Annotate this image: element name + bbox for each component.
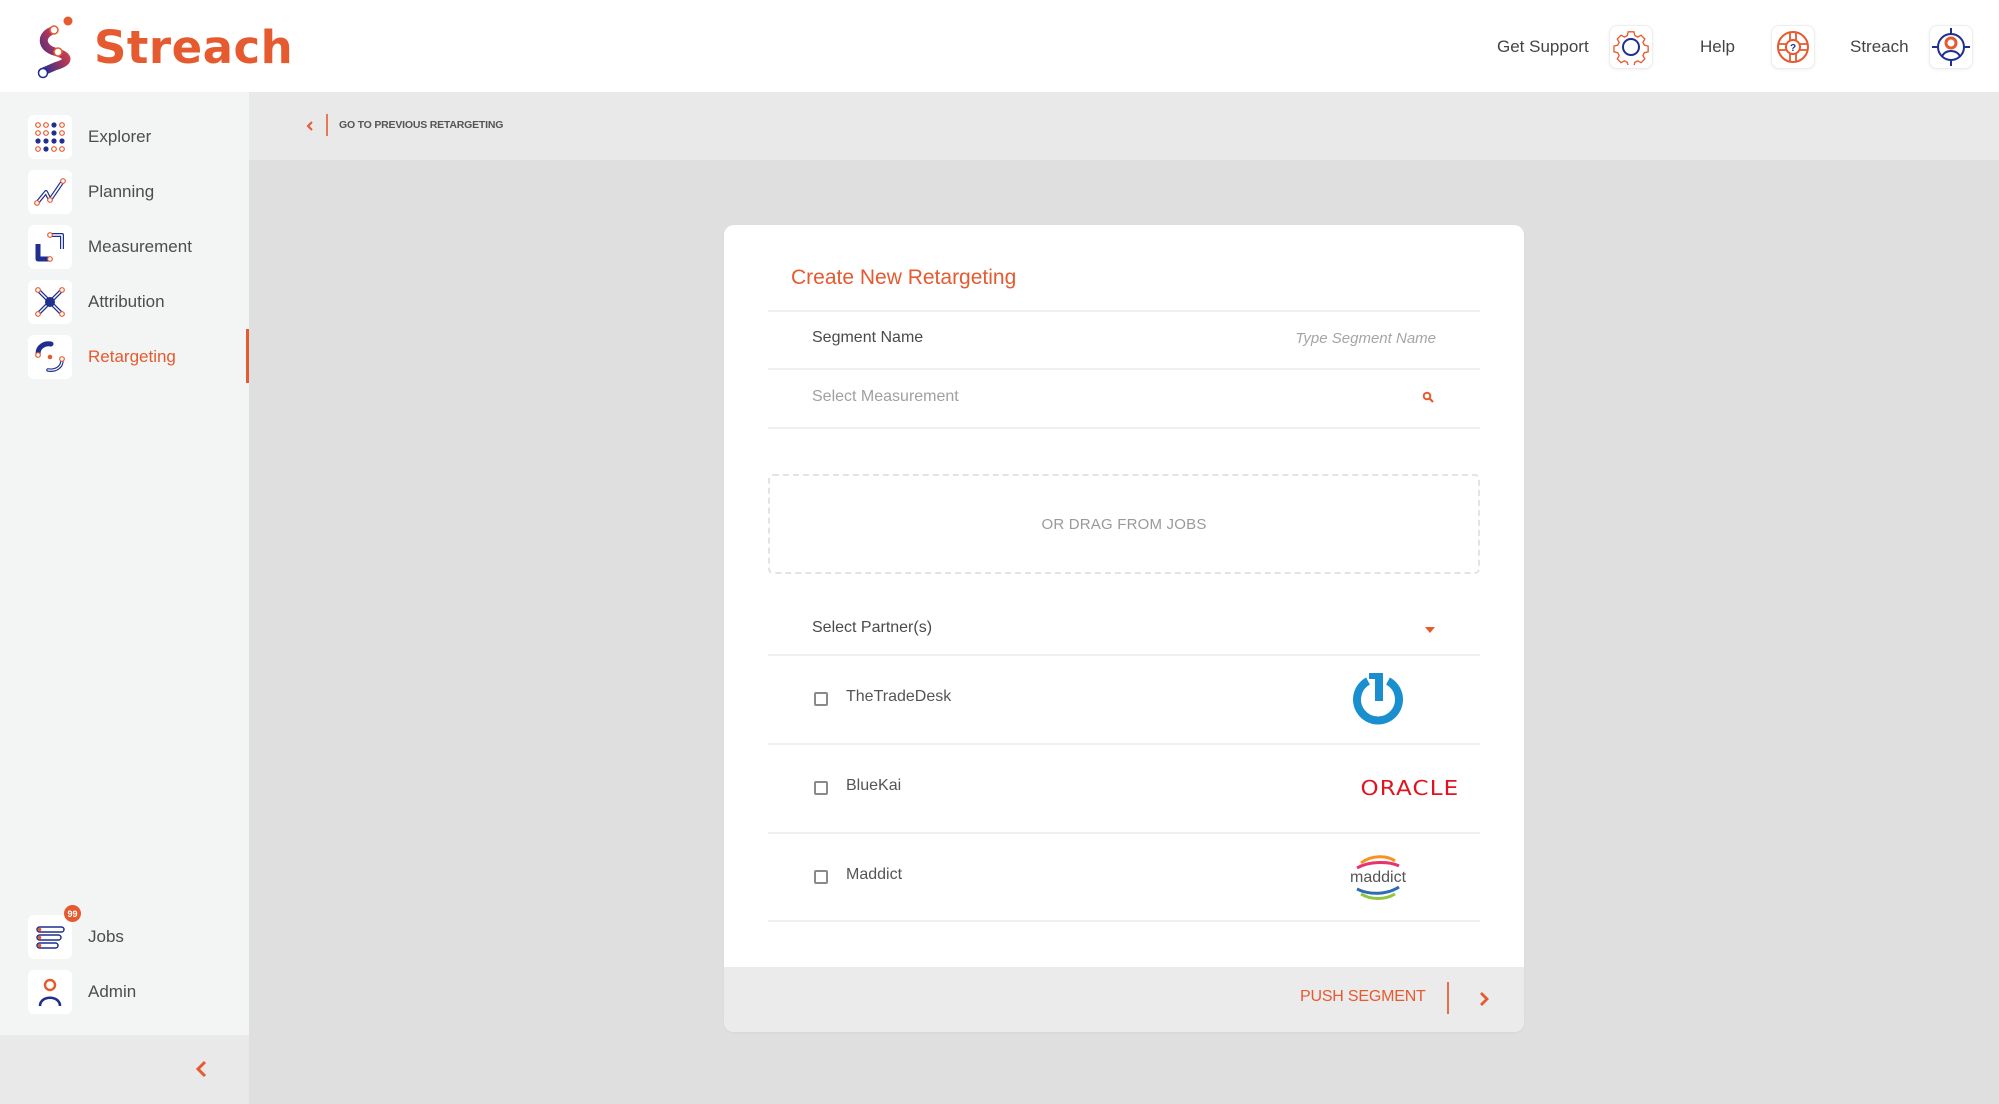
divider: [768, 920, 1480, 922]
account-link[interactable]: Streach: [1850, 25, 1973, 69]
card-title: Create New Retargeting: [791, 266, 1017, 289]
sidebar-item-label: Planning: [88, 182, 155, 201]
segment-name-label: Segment Name: [812, 329, 924, 346]
go-to-previous-retargeting-link[interactable]: GO TO PREVIOUS RETARGETING: [339, 119, 503, 131]
breadcrumb-divider: [326, 114, 328, 136]
sidebar-item-admin[interactable]: Admin: [28, 970, 249, 1014]
select-measurement-input[interactable]: [812, 380, 1372, 414]
back-chevron-icon[interactable]: [301, 114, 317, 138]
attribution-cross-icon: [28, 280, 72, 324]
admin-user-icon: [28, 970, 72, 1014]
footer-divider: [1447, 982, 1449, 1014]
sidebar-item-explorer[interactable]: Explorer: [28, 115, 249, 159]
oracle-logo: ORACLE: [1350, 758, 1470, 818]
partner-checkbox[interactable]: [814, 692, 828, 706]
partner-name: TheTradeDesk: [846, 688, 952, 705]
sidebar-item-planning[interactable]: Planning: [28, 170, 249, 214]
sidebar-item-jobs[interactable]: 99 Jobs: [28, 905, 249, 959]
select-partners-dropdown[interactable]: Select Partner(s): [768, 605, 1480, 655]
sidebar-item-label: Attribution: [88, 292, 165, 311]
measurement-corners-icon: [28, 225, 72, 269]
svg-text:?: ?: [1790, 43, 1796, 54]
partner-row-maddict: Maddict maddict: [768, 833, 1480, 921]
partner-checkbox[interactable]: [814, 870, 828, 884]
thetradedesk-logo: [1318, 669, 1438, 729]
search-icon[interactable]: [1419, 388, 1437, 406]
card-footer: PUSH SEGMENT: [724, 967, 1524, 1032]
sidebar-item-attribution[interactable]: Attribution: [28, 280, 249, 324]
partner-checkbox[interactable]: [814, 781, 828, 795]
push-segment-button[interactable]: PUSH SEGMENT: [1300, 988, 1426, 1006]
sidebar: Explorer Planning Measurement Attributio…: [0, 92, 249, 1035]
divider: [768, 368, 1480, 370]
gear-icon[interactable]: [1608, 25, 1653, 69]
dropzone-label: OR DRAG FROM JOBS: [1041, 515, 1207, 533]
top-header: Streach Get Support Help ? Streach: [0, 0, 1999, 92]
create-retargeting-card: Create New Retargeting Segment Name OR D…: [724, 225, 1524, 1032]
sidebar-collapse-bar: [0, 1035, 249, 1104]
segment-name-input[interactable]: [1124, 321, 1436, 355]
drag-from-jobs-dropzone[interactable]: OR DRAG FROM JOBS: [768, 474, 1480, 574]
account-label: Streach: [1850, 37, 1909, 56]
divider: [768, 310, 1480, 312]
sidebar-item-label: Jobs: [88, 927, 124, 946]
partner-name: Maddict: [846, 866, 903, 883]
caret-down-icon: [1425, 627, 1435, 633]
jobs-count-badge: 99: [64, 905, 81, 922]
partner-row-thetradedesk: TheTradeDesk: [768, 655, 1480, 743]
jobs-list-icon: 99: [28, 905, 81, 959]
planning-chart-icon: [28, 170, 72, 214]
sidebar-item-label: Explorer: [88, 127, 152, 146]
active-nav-indicator: [246, 329, 249, 383]
sidebar-item-retargeting[interactable]: Retargeting: [28, 335, 249, 379]
get-support-label: Get Support: [1497, 37, 1589, 56]
maddict-logo: maddict: [1318, 847, 1438, 907]
oracle-logo-text: ORACLE: [1360, 776, 1460, 800]
help-link[interactable]: Help ?: [1700, 25, 1815, 69]
sidebar-item-measurement[interactable]: Measurement: [28, 225, 249, 269]
sidebar-item-label: Retargeting: [88, 347, 176, 366]
explorer-dots-icon: [28, 115, 72, 159]
sidebar-item-label: Admin: [88, 982, 137, 1001]
maddict-logo-text: maddict: [1350, 869, 1407, 886]
partner-name: BlueKai: [846, 777, 902, 794]
retargeting-arcs-icon: [28, 335, 72, 379]
streach-logo-icon: [37, 16, 73, 79]
chevron-right-icon[interactable]: [1476, 987, 1492, 1011]
streach-logo[interactable]: Streach: [34, 14, 293, 80]
divider: [768, 427, 1480, 429]
lifebuoy-help-icon[interactable]: ?: [1770, 25, 1815, 69]
breadcrumb: GO TO PREVIOUS RETARGETING: [249, 92, 1999, 160]
user-target-icon[interactable]: [1928, 25, 1973, 69]
partner-row-bluekai: BlueKai ORACLE: [768, 744, 1480, 832]
select-partners-label: Select Partner(s): [812, 619, 933, 636]
sidebar-item-label: Measurement: [88, 237, 192, 256]
help-label: Help: [1700, 37, 1735, 56]
get-support-link[interactable]: Get Support: [1497, 25, 1653, 69]
brand-name: Streach: [94, 20, 294, 74]
chevron-left-icon[interactable]: [190, 1057, 212, 1081]
